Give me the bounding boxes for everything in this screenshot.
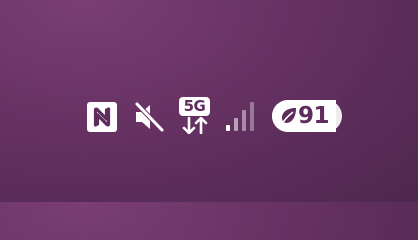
lock-screen-background: { "status_bar": { "icons": [ {"name": "n… — [0, 0, 418, 202]
network-5g-icon: 5G — [179, 97, 213, 135]
leaf-icon — [281, 108, 296, 125]
battery-indicator: 91 — [272, 100, 342, 132]
battery-percentage: 91 — [298, 103, 330, 129]
nfc-icon — [87, 102, 117, 132]
network-type-label: 5G — [179, 97, 210, 116]
mute-icon — [134, 101, 165, 133]
status-bar: 5G 91 — [84, 96, 348, 136]
data-activity-arrows-icon — [182, 117, 208, 134]
signal-strength-icon — [226, 102, 254, 131]
